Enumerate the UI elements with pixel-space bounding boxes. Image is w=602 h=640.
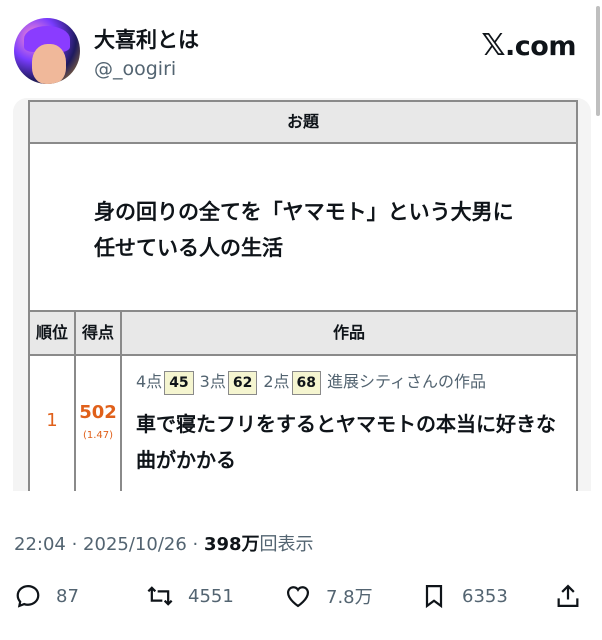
tweet-header: 大喜利とは @_oogiri 𝕏.com [0,0,602,96]
rank-value: 1 [46,410,58,431]
reply-count: 87 [56,585,79,607]
scrollbar[interactable] [596,6,600,116]
p3-label: 3点 [199,372,226,391]
score-average: (1.47) [82,430,114,441]
author-note: 進展シティさんの作品 [327,372,487,391]
score-value: 502 [79,402,117,423]
like-button[interactable]: 7.8万 [284,572,373,620]
x-logo-text: .com [505,31,576,62]
p3-count: 62 [227,371,258,395]
odai-body: 身の回りの全てを「ヤマモト」という大男に任せている人の生活 [30,144,576,310]
avatar[interactable] [14,18,80,84]
reply-button[interactable]: 87 [14,572,79,620]
reply-icon [16,584,40,608]
p4-label: 4点 [136,372,163,391]
column-score: 得点 [76,312,122,354]
p4-count: 45 [164,371,194,395]
heart-icon [286,586,310,608]
table-header: 順位 得点 作品 [30,310,576,356]
share-icon [557,584,579,608]
bookmark-button[interactable]: 6353 [420,572,508,620]
rank-cell: 1 [30,356,76,491]
display-name[interactable]: 大喜利とは [94,24,199,54]
p2-label: 2点 [263,372,290,391]
table-row: 1 502 (1.47) 4点 45 3点 62 2点 68 進展シティさんの作品 車で寝た… [30,356,576,491]
bookmark-count: 6353 [462,585,508,607]
view-count: 398万 [203,534,260,555]
post-time: 22:04 · 2025/10/26 · [14,534,204,555]
bookmark-icon [425,584,443,609]
vote-breakdown: 4点 45 3点 62 2点 68 進展シティさんの作品 [136,368,486,395]
view-label: 回表示 [259,534,314,555]
work-text: 車で寝たフリをするとヤマモトの本当に好きな曲がかかる [136,412,556,472]
repost-button[interactable]: 4551 [146,572,234,620]
action-bar: 87 4551 7.8万 6353 [0,572,602,620]
avatar-face [32,44,66,84]
column-rank: 順位 [30,312,76,354]
odai-header: お題 [30,102,576,144]
score-cell: 502 (1.47) [76,356,122,491]
x-logo[interactable]: 𝕏.com [481,28,576,63]
repost-count: 4551 [188,585,234,607]
timestamp[interactable]: 22:04 · 2025/10/26 · 398万回表示 [14,530,314,556]
like-count: 7.8万 [326,587,373,608]
repost-icon [147,586,173,606]
column-work: 作品 [332,323,365,342]
odai-card: お題 身の回りの全てを「ヤマモト」という大男に任せている人の生活 順位 得点 作… [28,100,578,491]
share-button[interactable] [554,572,596,620]
odai-text: 身の回りの全てを「ヤマモト」という大男に任せている人の生活 [94,200,514,260]
user-handle[interactable]: @_oogiri [94,58,176,80]
p2-count: 68 [291,371,322,395]
tweet-image[interactable]: お題 身の回りの全てを「ヤマモト」という大男に任せている人の生活 順位 得点 作… [13,98,591,491]
x-icon: 𝕏 [481,28,506,63]
